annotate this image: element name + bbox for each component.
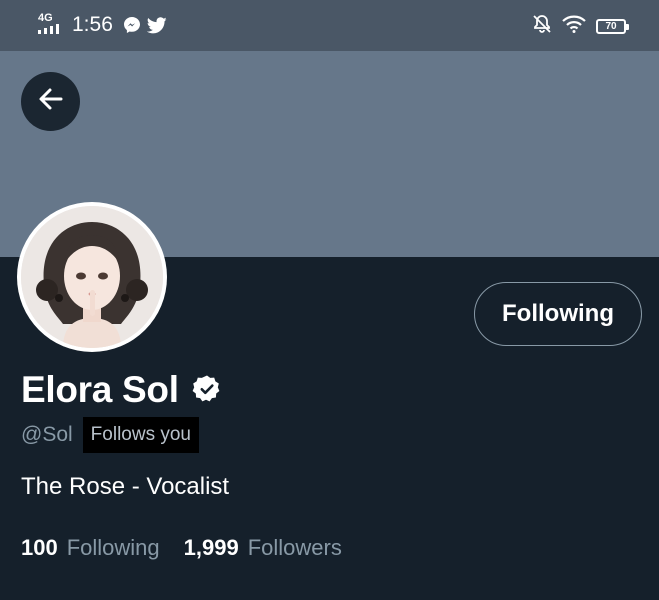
user-handle: @Sol [21, 423, 73, 446]
following-label: Following [66, 535, 160, 560]
handle-row: @Sol Follows you [21, 417, 199, 453]
followers-count: 1,999 [183, 535, 239, 560]
arrow-left-icon [36, 84, 66, 119]
messenger-icon [123, 16, 141, 34]
following-button[interactable]: Following [474, 282, 642, 346]
battery-level: 70 [605, 20, 617, 32]
battery-icon: 70 [596, 19, 629, 34]
twitter-icon [146, 16, 167, 34]
status-bar: 4G 1:56 70 [0, 0, 659, 51]
signal-icon: 4G [36, 13, 66, 37]
follows-you-badge: Follows you [82, 417, 199, 453]
notifications-off-icon [532, 14, 552, 39]
status-time: 1:56 [72, 13, 113, 36]
following-stat[interactable]: 100 Following [21, 535, 160, 561]
back-button[interactable] [21, 72, 80, 131]
profile-bio: The Rose - Vocalist [21, 473, 230, 500]
followers-stat[interactable]: 1,999 Followers [184, 535, 342, 561]
network-type: 4G [38, 12, 53, 24]
followers-label: Followers [247, 535, 342, 560]
avatar[interactable] [17, 202, 167, 352]
wifi-icon [562, 15, 586, 38]
profile-stats: 100 Following 1,999 Followers [21, 535, 342, 561]
avatar-portrait [21, 206, 163, 348]
following-count: 100 [21, 535, 58, 560]
name-row: Elora Sol [21, 367, 222, 413]
verified-badge-icon [192, 374, 222, 409]
display-name: Elora Sol [21, 369, 179, 410]
